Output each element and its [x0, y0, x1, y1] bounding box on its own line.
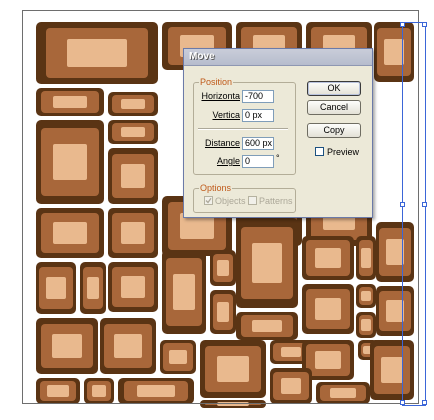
- distance-label: Distance: [204, 138, 240, 148]
- selection-handle[interactable]: [422, 400, 427, 405]
- move-dialog: Move Position Horizonta -700 Vertica 0 p…: [183, 48, 373, 218]
- patterns-checkbox[interactable]: [248, 196, 257, 205]
- angle-label: Angle: [216, 156, 240, 166]
- angle-unit: °: [276, 153, 280, 163]
- options-group-label: Options: [199, 183, 233, 193]
- dialog-titlebar[interactable]: Move: [184, 49, 372, 66]
- selection-handle[interactable]: [422, 202, 427, 207]
- selection-handle[interactable]: [422, 22, 427, 27]
- angle-input[interactable]: 0: [242, 155, 274, 168]
- selection-edge: [402, 22, 403, 406]
- vertical-input[interactable]: 0 px: [242, 109, 274, 122]
- preview-checkbox[interactable]: [315, 147, 324, 156]
- position-separator: [198, 128, 288, 130]
- patterns-label: Patterns: [259, 196, 293, 206]
- selection-handle[interactable]: [400, 22, 405, 27]
- preview-label: Preview: [327, 147, 360, 157]
- selection-edge: [402, 405, 426, 406]
- horizontal-input[interactable]: -700: [242, 90, 274, 103]
- check-icon: [205, 197, 212, 204]
- selection-handle[interactable]: [400, 400, 405, 405]
- ok-button[interactable]: OK: [307, 81, 361, 96]
- copy-button[interactable]: Copy: [307, 123, 361, 138]
- dialog-title: Move: [189, 51, 215, 62]
- selection-bounding-box[interactable]: [400, 22, 427, 406]
- objects-checkbox[interactable]: [204, 196, 213, 205]
- cancel-button[interactable]: Cancel: [307, 100, 361, 115]
- horizontal-label: Horizonta: [201, 91, 240, 101]
- position-group-label: Position: [199, 77, 234, 87]
- objects-label: Objects: [215, 196, 246, 206]
- vertical-label: Vertica: [212, 110, 240, 120]
- selection-handle[interactable]: [400, 202, 405, 207]
- selection-edge: [425, 22, 426, 406]
- distance-input[interactable]: 600 px: [242, 137, 274, 150]
